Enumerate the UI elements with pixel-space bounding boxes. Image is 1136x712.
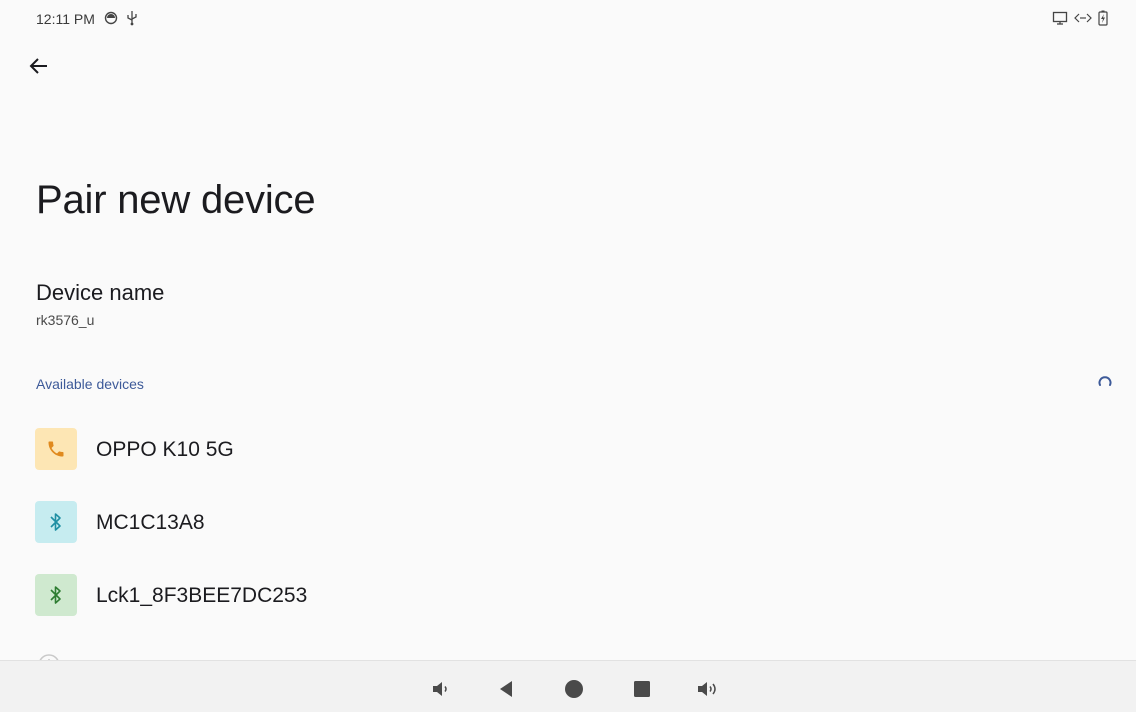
navigation-bar	[0, 660, 1136, 712]
device-name-setting[interactable]: Device name rk3576_u	[36, 280, 436, 328]
device-label: Lck1_8F3BEE7DC253	[96, 584, 308, 607]
available-devices-header: Available devices	[36, 376, 144, 392]
list-item-oppo-k10-5g[interactable]: OPPO K10 5G	[0, 428, 1136, 488]
volume-down-icon	[430, 679, 452, 699]
home-circle-icon	[564, 679, 584, 699]
nav-home-button[interactable]	[562, 677, 586, 701]
progress-spinner-icon	[1097, 374, 1113, 390]
phone-icon	[35, 428, 77, 470]
back-arrow-icon	[26, 52, 54, 80]
page-title: Pair new device	[36, 178, 316, 222]
device-name-value: rk3576_u	[36, 312, 95, 328]
usb-icon	[126, 10, 138, 26]
list-item-mc1c13a8[interactable]: MC1C13A8	[0, 501, 1136, 561]
device-name-title: Device name	[36, 280, 165, 305]
sync-icon	[104, 11, 118, 25]
data-transfer-icon	[1074, 12, 1092, 24]
back-button[interactable]	[26, 52, 54, 80]
volume-up-icon	[696, 679, 720, 699]
nav-recents-button[interactable]	[630, 677, 654, 701]
device-label: MC1C13A8	[96, 511, 205, 534]
status-left-icons	[104, 10, 138, 26]
back-triangle-icon	[497, 679, 515, 699]
bluetooth-icon	[35, 501, 77, 543]
nav-back-button[interactable]	[494, 677, 518, 701]
device-label: OPPO K10 5G	[96, 438, 234, 461]
screen-cast-icon	[1052, 11, 1068, 25]
status-time: 12:11 PM	[36, 11, 95, 27]
status-bar: 12:11 PM	[0, 0, 1136, 36]
volume-up-button[interactable]	[696, 677, 720, 701]
battery-charging-icon	[1098, 10, 1108, 26]
recents-square-icon	[633, 680, 651, 698]
list-item-lck1-8f3bee7dc253[interactable]: Lck1_8F3BEE7DC253	[0, 574, 1136, 634]
status-right-icons	[1052, 10, 1108, 26]
bluetooth-icon	[35, 574, 77, 616]
volume-down-button[interactable]	[429, 677, 453, 701]
